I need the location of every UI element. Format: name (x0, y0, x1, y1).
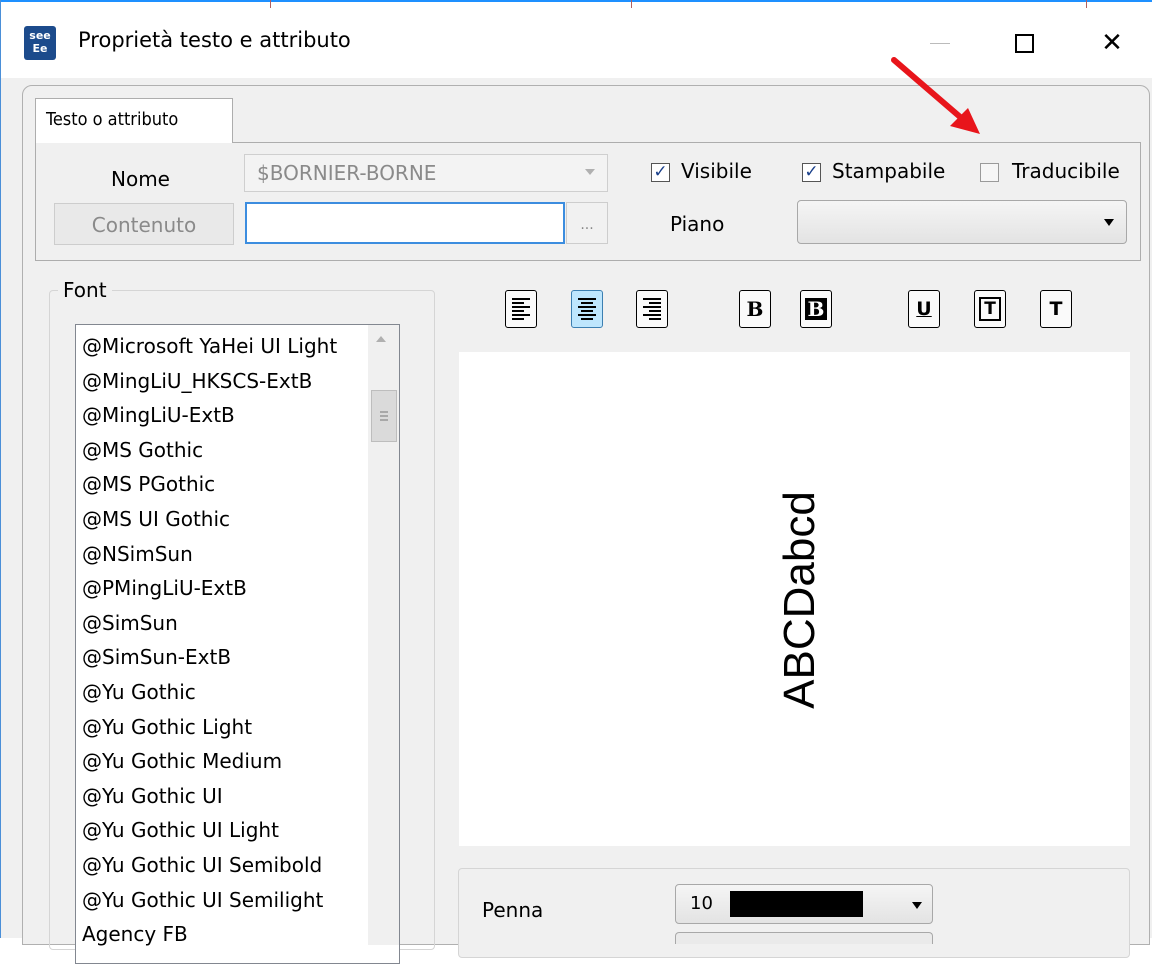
content-input[interactable] (245, 202, 565, 244)
chevron-down-icon (585, 169, 595, 175)
browse-button: ... (566, 202, 608, 244)
list-item[interactable]: @NSimSun (76, 537, 399, 572)
secondary-dropdown[interactable] (675, 932, 933, 944)
pen-color-swatch (730, 891, 863, 917)
list-item[interactable]: @Yu Gothic UI Semibold (76, 848, 399, 883)
close-icon: ✕ (1101, 28, 1123, 58)
boxed-text-icon: T (979, 297, 1001, 321)
plain-text-button[interactable]: T (1040, 290, 1072, 328)
list-item[interactable]: @Yu Gothic (76, 675, 399, 710)
printable-label[interactable]: Stampabile (832, 159, 945, 183)
list-item[interactable]: @Microsoft YaHei UI Light (76, 329, 399, 364)
visible-label[interactable]: Visibile (681, 159, 752, 183)
pen-label: Penna (482, 898, 544, 922)
list-item[interactable]: Agency FB (76, 917, 399, 952)
bold-button[interactable]: B (739, 290, 771, 328)
maximize-icon (1014, 33, 1034, 53)
content-button: Contenuto (54, 203, 234, 245)
underline-button[interactable]: U (908, 290, 940, 328)
piano-dropdown[interactable] (797, 200, 1127, 244)
window-title: Proprietà testo e attributo (78, 28, 351, 52)
list-item[interactable]: @MingLiU-ExtB (76, 398, 399, 433)
translatable-label[interactable]: Traducibile (1012, 159, 1120, 183)
bold-icon: B (746, 297, 764, 321)
list-item[interactable]: @Yu Gothic Light (76, 710, 399, 745)
name-combo-value: $BORNIER-BORNE (257, 161, 437, 185)
list-item[interactable]: @Yu Gothic Medium (76, 744, 399, 779)
align-left-icon (512, 298, 530, 320)
name-combo: $BORNIER-BORNE (244, 154, 608, 192)
window-left-border (0, 0, 1, 938)
align-center-button[interactable] (571, 290, 603, 328)
close-button[interactable]: ✕ (1082, 22, 1142, 64)
list-item[interactable]: @MS Gothic (76, 433, 399, 468)
minimize-icon (930, 42, 950, 44)
scroll-thumb[interactable] (371, 390, 397, 442)
boxed-text-button[interactable]: T (974, 290, 1006, 328)
piano-label: Piano (670, 212, 725, 236)
align-right-icon (643, 298, 661, 320)
font-group-label: Font (58, 278, 112, 302)
tab-text-or-attribute[interactable]: Testo o attributo (35, 98, 233, 143)
list-item[interactable]: @MingLiU_HKSCS-ExtB (76, 364, 399, 399)
list-item[interactable]: @SimSun-ExtB (76, 640, 399, 675)
name-label: Nome (111, 167, 170, 191)
check-icon: ✓ (653, 162, 668, 182)
app-icon: see Ee (24, 26, 56, 60)
align-right-button[interactable] (636, 290, 668, 328)
font-list[interactable]: @Microsoft YaHei UI Light @MingLiU_HKSCS… (75, 324, 400, 964)
tick-mark (1086, 0, 1087, 8)
scroll-up-icon[interactable] (376, 336, 386, 342)
check-icon: ✓ (804, 162, 819, 182)
visible-checkbox[interactable]: ✓ (651, 163, 670, 182)
align-center-icon (578, 298, 596, 320)
tick-mark (631, 0, 632, 8)
chevron-down-icon (912, 902, 922, 909)
translatable-checkbox[interactable] (980, 163, 999, 182)
list-item[interactable]: @SimSun (76, 606, 399, 641)
grip-icon (380, 411, 388, 421)
list-item[interactable]: @Yu Gothic UI Light (76, 813, 399, 848)
list-item[interactable]: @PMingLiU-ExtB (76, 571, 399, 606)
maximize-button[interactable] (994, 22, 1054, 64)
annotation-arrow-icon (891, 57, 980, 134)
align-left-button[interactable] (505, 290, 537, 328)
pen-value: 10 (690, 893, 713, 914)
list-item[interactable]: @MS UI Gothic (76, 502, 399, 537)
list-item[interactable]: @Yu Gothic UI Semilight (76, 883, 399, 918)
tick-mark (270, 0, 271, 8)
preview-text: ABCDabcd (775, 491, 824, 709)
list-item[interactable]: @Yu Gothic UI (76, 779, 399, 814)
bold-inverse-button[interactable]: B (800, 290, 832, 328)
bold-inverse-icon: B (804, 298, 828, 320)
printable-checkbox[interactable]: ✓ (802, 163, 821, 182)
underline-icon: U (916, 298, 932, 320)
list-item[interactable]: @MS PGothic (76, 467, 399, 502)
chevron-down-icon (1104, 219, 1114, 226)
plain-text-icon: T (1049, 298, 1063, 320)
